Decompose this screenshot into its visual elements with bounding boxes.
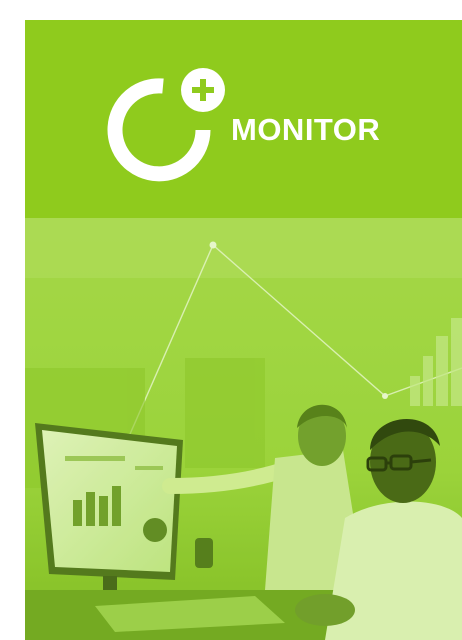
- team-at-monitor-photo: [25, 218, 462, 640]
- plus-ring-logo-icon: [107, 68, 225, 182]
- brand-logo[interactable]: MONITOR: [105, 68, 415, 183]
- photo-illustration: [25, 218, 462, 640]
- ad-frame: MONITOR: [25, 20, 462, 640]
- brand-name: MONITOR: [231, 112, 381, 147]
- brand-banner: MONITOR: [25, 20, 462, 218]
